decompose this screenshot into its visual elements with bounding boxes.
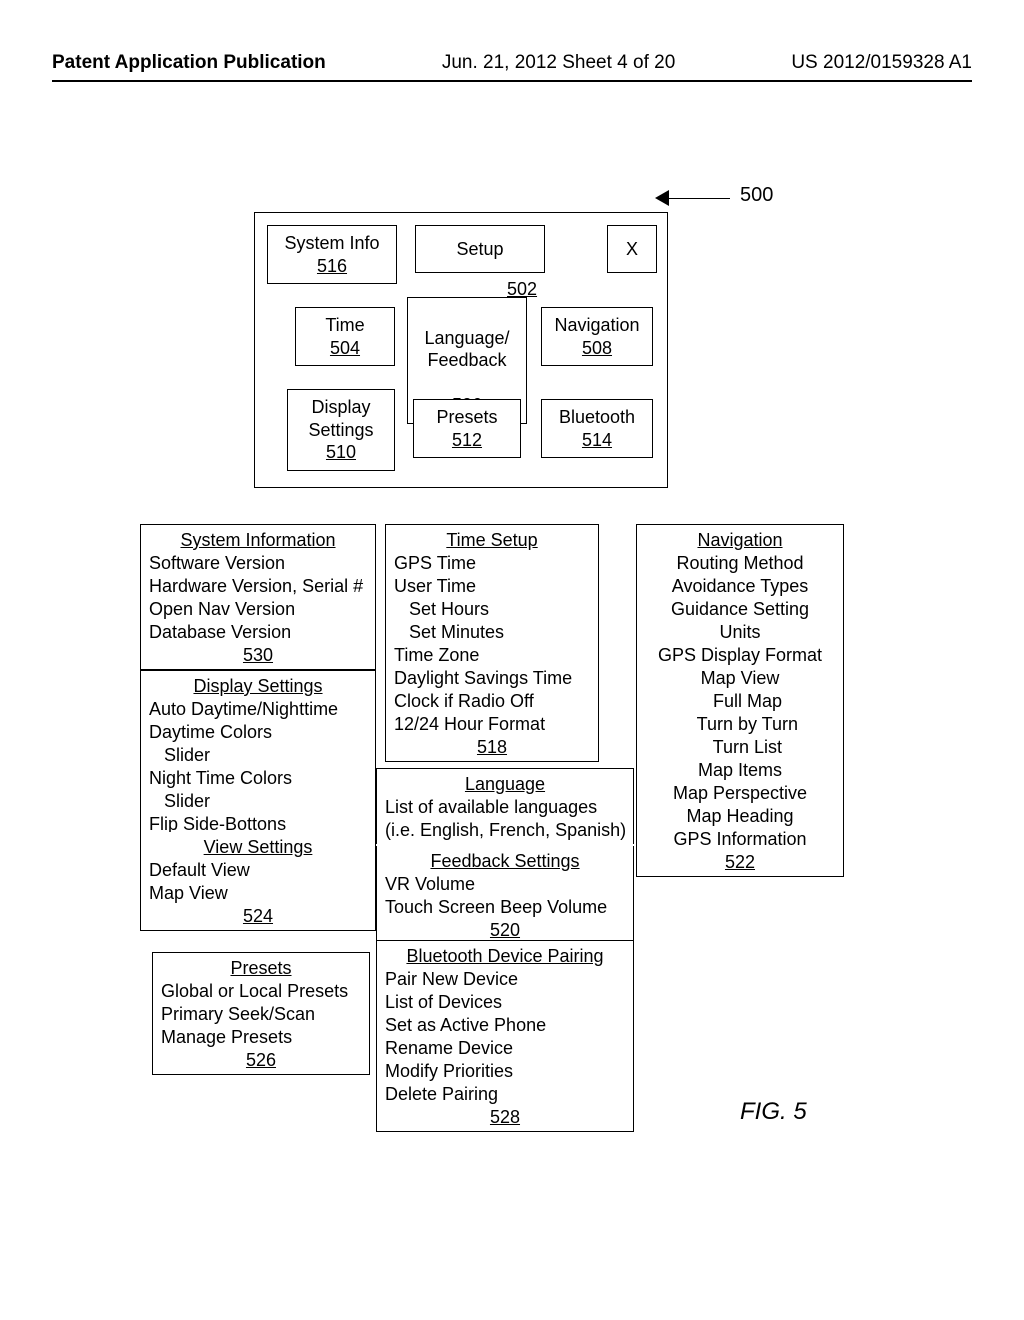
box-title: Display Settings [149,675,367,698]
box-body: GPS Time User Time Set Hours Set Minutes… [394,552,590,736]
box-title: System Information [149,529,367,552]
box-title: Presets [161,957,361,980]
box-body: Default View Map View [149,859,367,905]
ref-530: 530 [149,644,367,667]
box-body: Pair New Device List of Devices Set as A… [385,968,625,1106]
btn-label: Presets [436,407,497,427]
btn-presets[interactable]: Presets 512 [413,399,521,458]
btn-display-settings[interactable]: Display Settings 510 [287,389,395,471]
ref-528: 528 [385,1106,625,1129]
page-header: Patent Application Publication Jun. 21, … [0,52,1024,82]
panel-ref-500: 500 [740,184,773,207]
btn-label: Bluetooth [559,407,635,427]
ref-504: 504 [330,338,360,358]
box-body: VR Volume Touch Screen Beep Volume [385,873,625,919]
header-rule [52,80,972,82]
btn-navigation[interactable]: Navigation 508 [541,307,653,366]
btn-setup[interactable]: Setup [415,225,545,273]
ref-526: 526 [161,1049,361,1072]
ref-518: 518 [394,736,590,759]
setup-panel: System Info 516 Setup X 502 Time 504 Lan… [254,212,668,488]
btn-bluetooth[interactable]: Bluetooth 514 [541,399,653,458]
box-navigation: Navigation Routing Method Avoidance Type… [636,524,844,877]
btn-label: Navigation [554,315,639,335]
box-title: Feedback Settings [385,850,625,873]
pub-title: Patent Application Publication [52,52,326,74]
ref-516: 516 [317,256,347,276]
btn-system-info[interactable]: System Info 516 [267,225,397,284]
box-body: Auto Daytime/Nighttime Daytime Colors Sl… [149,698,367,836]
box-title: Navigation [645,529,835,552]
ref-508: 508 [582,338,612,358]
box-body: Routing Method Avoidance Types Guidance … [645,552,835,851]
btn-label: Time [325,315,364,335]
box-body: Global or Local Presets Primary Seek/Sca… [161,980,361,1049]
ref-522: 522 [645,851,835,874]
box-feedback-settings: Feedback Settings VR Volume Touch Screen… [376,846,634,945]
btn-label: System Info [284,233,379,253]
close-icon: X [626,239,638,259]
box-title: Bluetooth Device Pairing [385,945,625,968]
btn-close[interactable]: X [607,225,657,273]
panel-lead-arrow [655,190,669,206]
box-system-information: System Information Software Version Hard… [140,524,376,670]
sheet-info: Jun. 21, 2012 Sheet 4 of 20 [442,52,675,74]
box-title: Time Setup [394,529,590,552]
figure-label: FIG. 5 [740,1098,807,1126]
pub-number: US 2012/0159328 A1 [791,52,972,74]
box-time-setup: Time Setup GPS Time User Time Set Hours … [385,524,599,762]
box-body: Software Version Hardware Version, Seria… [149,552,367,644]
box-bluetooth-pairing: Bluetooth Device Pairing Pair New Device… [376,940,634,1132]
box-display-settings: Display Settings Auto Daytime/Nighttime … [140,670,376,838]
btn-label: Display Settings [308,397,373,440]
box-body: List of available languages (i.e. Englis… [385,796,625,842]
panel-lead-line [660,198,730,199]
ref-520: 520 [385,919,625,942]
box-title: View Settings [149,836,367,859]
ref-514: 514 [582,430,612,450]
btn-time[interactable]: Time 504 [295,307,395,366]
box-view-settings: View Settings Default View Map View 524 [140,832,376,931]
btn-label: Setup [456,239,503,259]
ref-510: 510 [326,442,356,462]
box-language: Language List of available languages (i.… [376,768,634,844]
ref-524: 524 [149,905,367,928]
btn-label: Language/ Feedback [424,328,509,371]
box-presets: Presets Global or Local Presets Primary … [152,952,370,1075]
box-title: Language [385,773,625,796]
ref-512: 512 [452,430,482,450]
